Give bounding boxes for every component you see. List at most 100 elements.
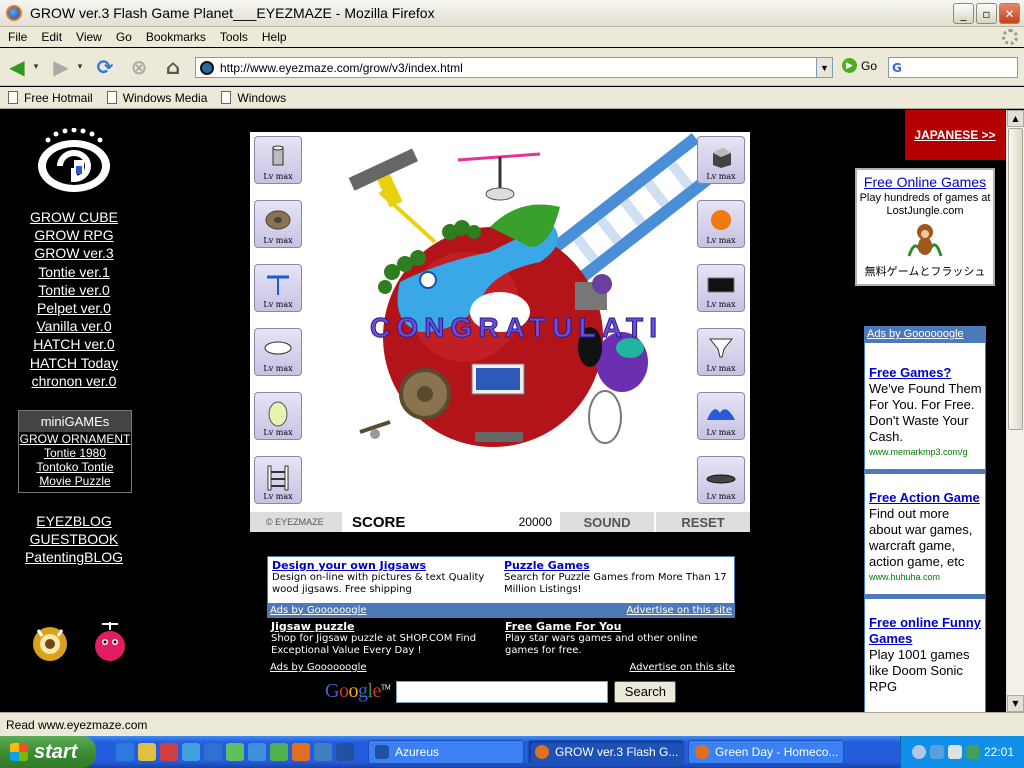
link-movie-puzzle[interactable]: Movie Puzzle xyxy=(19,474,131,488)
ad-title[interactable]: Jigsaw puzzle xyxy=(271,621,496,633)
side-ad-title[interactable]: Free Action Game xyxy=(869,490,982,506)
slot-cylinder[interactable]: Lv max xyxy=(254,136,302,184)
scroll-up-icon[interactable]: ▲ xyxy=(1007,110,1024,127)
side-ads-header[interactable]: Ads by Goooooogle xyxy=(865,327,985,343)
volume-icon[interactable] xyxy=(947,745,962,759)
eyezmaze-logo[interactable] xyxy=(34,128,114,194)
player-icon[interactable] xyxy=(204,743,222,761)
slot-orb[interactable]: Lv max xyxy=(697,200,745,248)
slot-tornado[interactable]: Lv max xyxy=(697,328,745,376)
ads-by-google-link[interactable]: Ads by Goooooogle xyxy=(270,662,367,673)
go-button[interactable]: ▶ Go xyxy=(842,58,877,73)
media-icon[interactable] xyxy=(160,743,178,761)
link-tontoko-tontie[interactable]: Tontoko Tontie xyxy=(19,460,131,474)
side-ad-url[interactable]: www.memarkmp3.com/g xyxy=(869,445,982,459)
task-firefox[interactable]: GROW ver.3 Flash G... xyxy=(528,740,684,764)
ie-icon[interactable] xyxy=(116,743,134,761)
link-hatch-today[interactable]: HATCH Today xyxy=(0,354,148,372)
back-history-icon[interactable]: ▾ xyxy=(30,54,42,80)
side-ad-title[interactable]: Free online Funny Games xyxy=(869,615,982,647)
link-tontie-ver1[interactable]: Tontie ver.1 xyxy=(0,263,148,281)
minimize-button[interactable]: _ xyxy=(953,3,974,24)
link-pelpet-ver0[interactable]: Pelpet ver.0 xyxy=(0,299,148,317)
vertical-scrollbar[interactable]: ▲ ▼ xyxy=(1006,110,1024,712)
search-icon[interactable] xyxy=(248,743,266,761)
link-patentingblog[interactable]: PatentingBLOG xyxy=(0,548,148,566)
menu-bookmarks[interactable]: Bookmarks xyxy=(146,30,206,44)
azureus-quick-icon[interactable] xyxy=(336,743,354,761)
pelpet-character-icon[interactable] xyxy=(90,620,130,662)
forward-history-icon[interactable]: ▾ xyxy=(74,54,86,80)
slot-propeller[interactable]: Lv max xyxy=(254,264,302,312)
advertise-link[interactable]: Advertise on this site xyxy=(626,605,732,616)
google-search-button[interactable]: Search xyxy=(614,680,677,703)
sound-button[interactable]: SOUND xyxy=(558,512,654,532)
menu-go[interactable]: Go xyxy=(116,30,132,44)
tontie-character-icon[interactable] xyxy=(30,620,70,662)
url-dropdown-icon[interactable]: ▼ xyxy=(816,58,832,77)
menu-view[interactable]: View xyxy=(76,30,102,44)
url-bar[interactable]: http://www.eyezmaze.com/grow/v3/index.ht… xyxy=(195,57,833,78)
tray-arrow-icon[interactable] xyxy=(911,745,926,759)
link-guestbook[interactable]: GUESTBOOK xyxy=(0,530,148,548)
scroll-down-icon[interactable]: ▼ xyxy=(1007,695,1024,712)
side-ad-item[interactable]: Free Action Game Find out more about war… xyxy=(865,474,985,599)
ad-title[interactable]: Design your own Jigsaws xyxy=(272,560,497,572)
reset-button[interactable]: RESET xyxy=(654,512,750,532)
advertise-link[interactable]: Advertise on this site xyxy=(629,662,735,673)
network-icon[interactable] xyxy=(929,745,944,759)
link-tontie-1980[interactable]: Tontie 1980 xyxy=(19,446,131,460)
bookmark-item[interactable]: Windows Media xyxy=(106,91,207,105)
vc-icon[interactable] xyxy=(965,745,980,759)
side-ad-item[interactable]: Free online Funny Games Play 1001 games … xyxy=(865,599,985,695)
start-button[interactable]: start xyxy=(0,736,96,768)
japanese-link[interactable]: JAPANESE >> xyxy=(905,110,1005,160)
slot-disc[interactable]: Lv max xyxy=(697,456,745,504)
messenger-icon[interactable] xyxy=(314,743,332,761)
ad-title[interactable]: Puzzle Games xyxy=(504,560,729,572)
link-grow-ver3[interactable]: GROW ver.3 xyxy=(0,244,148,262)
slot-mountain[interactable]: Lv max xyxy=(697,392,745,440)
search-input[interactable]: G xyxy=(888,57,1018,78)
task-greenday[interactable]: Green Day - Homeco... xyxy=(688,740,844,764)
link-tontie-ver0[interactable]: Tontie ver.0 xyxy=(0,281,148,299)
menu-edit[interactable]: Edit xyxy=(41,30,62,44)
slot-gear[interactable]: Lv max xyxy=(254,200,302,248)
slot-ladder[interactable]: Lv max xyxy=(254,456,302,504)
link-vanilla-ver0[interactable]: Vanilla ver.0 xyxy=(0,317,148,335)
reload-icon[interactable]: ⟳ xyxy=(92,54,118,80)
lostjungle-title[interactable]: Free Online Games xyxy=(857,174,993,190)
side-ad-item[interactable]: Free Games? We've Found Them For You. Fo… xyxy=(865,343,985,474)
link-grow-ornament[interactable]: GROW ORNAMENT xyxy=(19,432,131,446)
music-icon[interactable] xyxy=(270,743,288,761)
app-icon[interactable] xyxy=(226,743,244,761)
ad-item[interactable]: Puzzle Games Search for Puzzle Games fro… xyxy=(504,560,729,596)
slot-dish[interactable]: Lv max xyxy=(254,328,302,376)
link-chronon-ver0[interactable]: chronon ver.0 xyxy=(0,372,148,390)
stop-icon[interactable]: ⊗ xyxy=(126,54,152,80)
side-ad-url[interactable]: www.huhuha.com xyxy=(869,570,982,584)
ads-by-google-link[interactable]: Ads by Goooooogle xyxy=(270,605,367,616)
bookmark-item[interactable]: Windows xyxy=(221,91,286,105)
side-ad-title[interactable]: Free Games? xyxy=(869,365,982,381)
home-icon[interactable]: ⌂ xyxy=(160,54,186,80)
firefox-quick-icon[interactable] xyxy=(292,743,310,761)
scroll-thumb[interactable] xyxy=(1008,128,1023,430)
lostjungle-banner[interactable]: Free Online Games Play hundreds of games… xyxy=(855,168,995,286)
forward-icon[interactable]: ▶ xyxy=(48,54,74,80)
browser-icon[interactable] xyxy=(182,743,200,761)
folder-icon[interactable] xyxy=(138,743,156,761)
link-hatch-ver0[interactable]: HATCH ver.0 xyxy=(0,335,148,353)
link-grow-rpg[interactable]: GROW RPG xyxy=(0,226,148,244)
maximize-button[interactable]: ▫ xyxy=(976,3,997,24)
menu-tools[interactable]: Tools xyxy=(220,30,248,44)
ad-item[interactable]: Design your own Jigsaws Design on-line w… xyxy=(272,560,497,596)
ad-item[interactable]: Free Game For You Play star wars games a… xyxy=(505,621,730,657)
task-azureus[interactable]: Azureus xyxy=(368,740,524,764)
slot-panel[interactable]: Lv max xyxy=(697,264,745,312)
back-icon[interactable]: ◀ xyxy=(4,54,30,80)
grow-game-canvas[interactable]: CONGRATULATI Lv max Lv max Lv max Lv max… xyxy=(250,132,750,532)
slot-egg[interactable]: Lv max xyxy=(254,392,302,440)
ad-title[interactable]: Free Game For You xyxy=(505,621,730,633)
google-search-input[interactable] xyxy=(396,680,609,703)
